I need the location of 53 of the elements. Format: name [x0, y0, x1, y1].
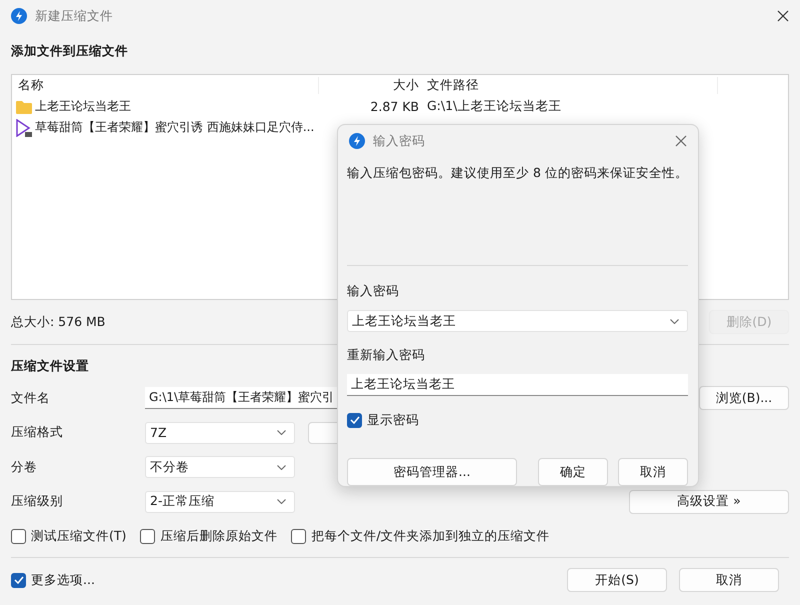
app-logo-icon — [11, 8, 27, 24]
app-logo-icon — [349, 133, 365, 149]
file-path: G:\1\上老王论坛当老王 — [426, 98, 562, 115]
field-label: 文件名 — [11, 390, 51, 407]
level-dropdown[interactable]: 2-正常压缩 — [145, 490, 295, 513]
checkbox-label[interactable]: 测试压缩文件(T) — [31, 528, 126, 544]
column-header[interactable]: 文件路径 — [419, 77, 718, 94]
field-label: 压缩格式 — [11, 424, 64, 442]
password-combo-field[interactable]: 上老王论坛当老王 — [347, 310, 688, 332]
checkbox[interactable] — [291, 528, 306, 544]
file-name[interactable]: 草莓甜筒【王者荣耀】蜜穴引诱 西施妹妹口足穴侍... — [35, 119, 314, 136]
dialog-message: 输入压缩包密码。建议使用至少 8 位的密码来保证安全性。 — [347, 165, 688, 182]
dialog-button[interactable]: 取消 — [679, 568, 779, 592]
field-label: 重新输入密码 — [347, 346, 426, 364]
split-dropdown[interactable]: 不分卷 — [145, 456, 295, 478]
ok-button[interactable]: 确定 — [538, 458, 608, 486]
checkbox-label[interactable]: 把每个文件/文件夹添加到独立的压缩文件 — [311, 528, 550, 544]
check-icon — [350, 416, 360, 424]
format-dropdown[interactable]: 7Z — [145, 422, 295, 444]
dialog-title: 输入密码 — [373, 132, 425, 150]
cancel-button[interactable]: 取消 — [618, 458, 688, 486]
chevron-down-icon — [277, 464, 286, 470]
column-header[interactable]: 名称 — [12, 77, 319, 94]
chevron-down-icon — [277, 499, 286, 504]
chevron-down-icon — [277, 430, 286, 436]
window-title: 新建压缩文件 — [35, 8, 113, 24]
column-header[interactable]: 大小 — [319, 77, 419, 94]
file-size: 2.87 KB — [369, 99, 419, 114]
folder-icon — [16, 100, 32, 114]
checkbox-label[interactable]: 压缩后删除原始文件 — [160, 528, 278, 544]
file-name[interactable]: 上老王论坛当老王 — [35, 98, 131, 115]
chevron-down-icon — [670, 318, 679, 324]
browse-button[interactable]: 浏览(B)... — [699, 386, 789, 410]
total-size: 总大小: 576 MB — [11, 314, 106, 330]
checkbox[interactable] — [11, 528, 26, 544]
advanced-settings-button[interactable]: 高级设置 » — [629, 490, 789, 514]
checkbox[interactable] — [347, 412, 362, 428]
checkbox-label[interactable]: 更多选项... — [31, 572, 95, 588]
section-heading: 添加文件到压缩文件 — [11, 42, 128, 60]
field-label: 分卷 — [11, 458, 38, 476]
password-manager-button[interactable]: 密码管理器... — [347, 458, 517, 486]
dialog-button[interactable]: 开始(S) — [567, 568, 667, 592]
field-label: 压缩级别 — [11, 493, 64, 510]
checkbox[interactable] — [140, 528, 156, 544]
section-heading: 压缩文件设置 — [11, 356, 89, 374]
checkbox-label[interactable]: 显示密码 — [367, 412, 419, 428]
password-field[interactable]: 上老王论坛当老王 — [347, 374, 688, 396]
play-file-icon — [16, 118, 32, 136]
checkbox[interactable] — [11, 572, 26, 588]
close-icon[interactable] — [777, 10, 789, 22]
check-icon — [14, 576, 24, 584]
close-icon[interactable] — [675, 135, 687, 147]
field-label: 输入密码 — [347, 282, 400, 300]
